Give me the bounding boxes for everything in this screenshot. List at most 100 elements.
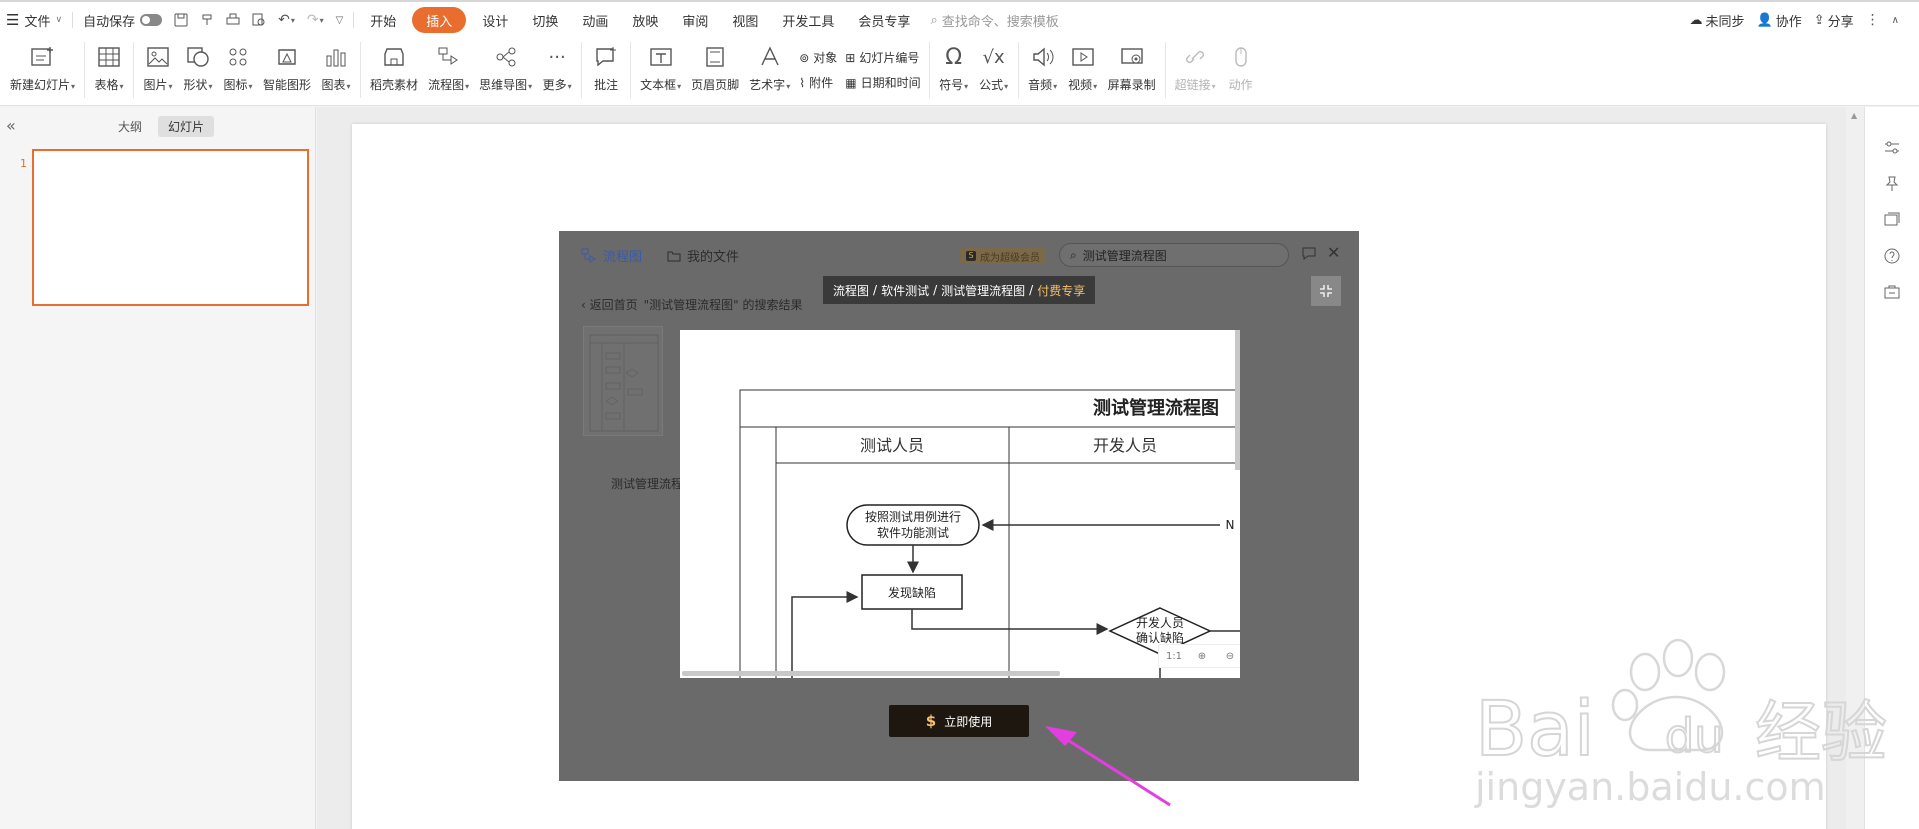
divider	[1164, 42, 1166, 98]
preview-horizontal-scrollbar[interactable]	[682, 671, 1060, 676]
table-icon	[94, 42, 124, 72]
attachment-button[interactable]: ⌇ 附件	[799, 74, 837, 91]
tab-animation[interactable]: 动画	[570, 7, 620, 33]
tab-review[interactable]: 审阅	[670, 7, 720, 33]
chat-icon[interactable]	[1301, 246, 1317, 260]
print-icon[interactable]	[220, 7, 246, 33]
slide-number-button[interactable]: ⊞ 幻灯片编号	[845, 49, 920, 66]
more-button[interactable]: ··· 更多▾	[537, 42, 577, 100]
settings-sliders-icon[interactable]	[1883, 139, 1901, 157]
tab-view[interactable]: 视图	[720, 7, 770, 33]
breadcrumb-item[interactable]: 测试管理流程图	[941, 282, 1025, 299]
share-button[interactable]: ⇪ 分享	[1808, 7, 1860, 33]
template-search-input[interactable]: ⌕ 测试管理流程图	[1059, 243, 1289, 267]
flowchart-button[interactable]: 流程图▾	[423, 42, 474, 100]
picture-button[interactable]: 图片▾	[138, 42, 178, 100]
undo-icon[interactable]: ↶ ▾	[272, 7, 301, 33]
actual-size-button[interactable]: 1:1	[1163, 647, 1185, 665]
tab-insert[interactable]: 插入	[412, 7, 467, 33]
formula-button[interactable]: √x 公式▾	[974, 42, 1014, 100]
menu-bar: ☰ 文件 ∨ 自动保存 ↶ ▾ ↷ ▾ ▽ 开始 插入 设计 切换 动画 放映 审阅…	[0, 0, 1919, 38]
zoom-in-icon[interactable]: ⊕	[1191, 647, 1213, 665]
breadcrumb-item[interactable]: 流程图	[833, 282, 869, 299]
shape-icon	[183, 42, 213, 72]
flowchart-home-link[interactable]: 流程图	[581, 246, 642, 265]
object-button[interactable]: ⊚ 对象	[799, 49, 837, 66]
screen-record-button[interactable]: 屏幕录制	[1103, 42, 1161, 100]
dialog-header: 流程图 我的文件 S 成为超级会员 ⌕ 测试管理流程图 ✕	[559, 231, 1359, 277]
cloud-icon: ☁	[1689, 12, 1703, 28]
breadcrumb-item[interactable]: 软件测试	[881, 282, 929, 299]
redo-icon[interactable]: ↷ ▾	[301, 7, 330, 33]
mindmap-button[interactable]: 思维导图▾	[474, 42, 537, 100]
collapse-panel-icon[interactable]: «	[6, 116, 16, 135]
panel-tabs: 大纲 幻灯片	[108, 116, 215, 137]
slide-number-date-group: ⊞ 幻灯片编号 ▦ 日期和时间	[841, 42, 924, 98]
tab-design[interactable]: 设计	[470, 7, 520, 33]
zoom-out-icon[interactable]: ⊖	[1219, 647, 1240, 665]
tab-home[interactable]: 开始	[358, 7, 408, 33]
toolbox-icon[interactable]	[1883, 283, 1901, 301]
new-slide-button[interactable]: 新建幻灯片▾	[0, 42, 80, 100]
smart-graphic-button[interactable]: 智能图形	[258, 42, 316, 100]
tab-slideshow[interactable]: 放映	[620, 7, 670, 33]
format-painter-icon[interactable]	[194, 7, 220, 33]
more-menu-icon[interactable]: ⋮	[1860, 7, 1886, 33]
template-thumbnail[interactable]	[583, 326, 663, 436]
autosave-toggle[interactable]: 自动保存	[77, 7, 168, 33]
action-button[interactable]: 动作	[1221, 42, 1261, 100]
icon-button[interactable]: 图标▾	[218, 42, 258, 100]
hyperlink-button[interactable]: 超链接▾	[1170, 42, 1221, 100]
collab-button[interactable]: 👤 协作	[1751, 7, 1808, 33]
collapse-ribbon-icon[interactable]: ∧	[1886, 7, 1905, 33]
unsync-button[interactable]: ☁ 未同步	[1684, 7, 1751, 33]
use-now-button[interactable]: $ 立即使用	[889, 705, 1029, 737]
shell-material-button[interactable]: 稻壳素材	[365, 42, 423, 100]
print-preview-icon[interactable]	[246, 7, 272, 33]
chart-button[interactable]: 图表▾	[316, 42, 356, 100]
toggle-switch[interactable]	[140, 14, 163, 26]
screen-record-icon	[1117, 42, 1147, 72]
breadcrumb-separator: /	[873, 283, 878, 297]
tab-transition[interactable]: 切换	[520, 7, 570, 33]
wordart-button[interactable]: 艺术字▾	[744, 42, 795, 100]
slide-thumbnail[interactable]	[32, 149, 309, 306]
use-now-label: 立即使用	[944, 714, 993, 729]
my-files-link[interactable]: 我的文件	[667, 246, 739, 265]
collapse-preview-button[interactable]	[1311, 276, 1341, 306]
object-attachment-group: ⊚ 对象 ⌇ 附件	[795, 42, 841, 98]
tab-slides[interactable]: 幻灯片	[158, 116, 215, 137]
save-icon[interactable]	[168, 7, 194, 33]
tab-outline[interactable]: 大纲	[108, 116, 152, 137]
back-button[interactable]: ‹ 返回首页	[581, 296, 638, 313]
file-menu[interactable]: ☰ 文件 ∨	[0, 7, 68, 33]
video-button[interactable]: 视频▾	[1063, 42, 1103, 100]
date-time-button[interactable]: ▦ 日期和时间	[845, 74, 920, 91]
my-files-label: 我的文件	[687, 250, 740, 265]
help-icon[interactable]	[1883, 247, 1901, 265]
shape-label: 形状	[183, 78, 208, 92]
close-icon[interactable]: ✕	[1327, 243, 1340, 262]
smart-graphic-icon	[272, 42, 302, 72]
pin-icon[interactable]	[1883, 175, 1901, 193]
tab-member[interactable]: 会员专享	[846, 7, 922, 33]
customize-toolbar-icon[interactable]: ▽	[330, 7, 350, 33]
slides-icon[interactable]	[1883, 211, 1901, 229]
table-button[interactable]: 表格▾	[89, 42, 129, 100]
preview-vertical-scrollbar[interactable]	[1235, 330, 1240, 470]
user-icon: 👤	[1756, 12, 1773, 28]
command-search[interactable]: ⌕ 查找命令、搜索模板	[922, 11, 1066, 30]
audio-button[interactable]: 音频▾	[1023, 42, 1063, 100]
template-preview[interactable]: 测试管理流程图 测试人员 开发人员 按照测试用例进行 软件功能测试 发现缺陷 开…	[680, 330, 1240, 678]
textbox-button[interactable]: 文本框▾	[635, 42, 686, 100]
tab-developer[interactable]: 开发工具	[770, 7, 846, 33]
vip-badge[interactable]: S 成为超级会员	[960, 248, 1046, 264]
flowchart-logo-label: 流程图	[603, 250, 643, 265]
scroll-up-icon[interactable]: ▲	[1851, 111, 1857, 120]
symbol-button[interactable]: Ω 符号▾	[934, 42, 974, 100]
omega-icon: Ω	[945, 44, 963, 70]
comment-button[interactable]: 批注	[586, 42, 626, 100]
shape-button[interactable]: 形状▾	[178, 42, 218, 100]
header-footer-button[interactable]: 页眉页脚	[686, 42, 744, 100]
back-nav: ‹ 返回首页 "测试管理流程图" 的搜索结果	[581, 296, 803, 313]
